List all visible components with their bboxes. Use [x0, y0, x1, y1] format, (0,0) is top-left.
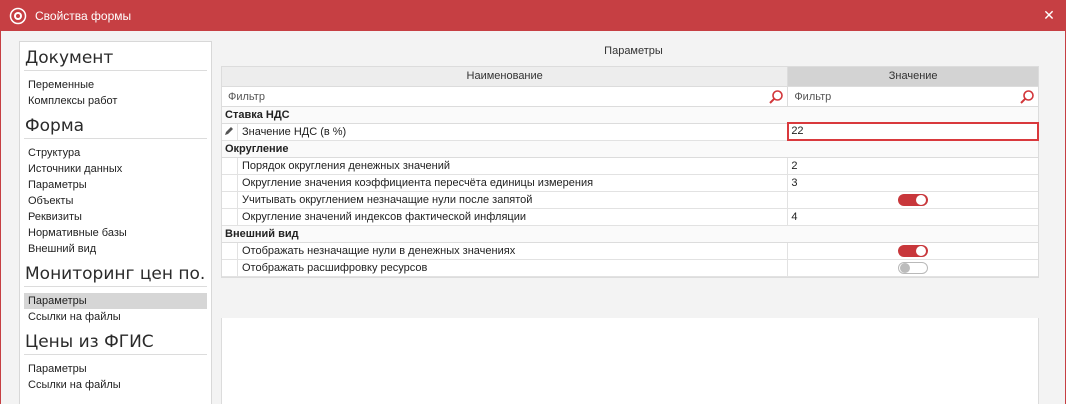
nav-section: Цены из ФГИС Параметры Ссылки на файлы	[24, 330, 207, 393]
property-name: Значение НДС (в %)	[238, 124, 789, 140]
value-filter-input[interactable]	[788, 87, 1038, 106]
search-icon[interactable]	[1019, 89, 1035, 105]
nav-item[interactable]: Объекты	[24, 193, 207, 209]
property-row[interactable]: Учитывать округлением незначащие нули по…	[222, 192, 1038, 209]
property-value-cell[interactable]: 22	[787, 122, 1040, 141]
name-filter-input[interactable]	[222, 87, 788, 106]
property-value-cell[interactable]	[788, 260, 1038, 276]
nav-section-header[interactable]: Документ	[24, 46, 207, 71]
nav-section-header[interactable]: Мониторинг цен по...	[24, 262, 207, 287]
property-name: Порядок округления денежных значений	[238, 158, 789, 174]
nav-item-list: Параметры Ссылки на файлы	[24, 355, 207, 393]
property-row[interactable]: Округление значения коэффициента пересчё…	[222, 175, 1038, 192]
value-filter-cell	[788, 87, 1038, 106]
property-name: Округление значения коэффициента пересчё…	[238, 175, 789, 191]
property-value-cell[interactable]	[788, 192, 1038, 208]
column-header-value[interactable]: Значение	[788, 67, 1038, 86]
property-name: Отображать незначащие нули в денежных зн…	[238, 243, 789, 259]
property-row[interactable]: Округление значений индексов фактической…	[222, 209, 1038, 226]
toggle-switch[interactable]	[898, 194, 929, 206]
nav-item[interactable]: Нормативные базы	[24, 225, 207, 241]
nav-section-header[interactable]: Цены из ФГИС	[24, 330, 207, 355]
column-header-name[interactable]: Наименование	[222, 67, 789, 86]
close-icon: ✕	[1043, 6, 1055, 23]
group-header[interactable]: Внешний вид	[222, 226, 1038, 243]
property-value-cell[interactable]: 4	[788, 209, 1038, 225]
toggle-knob	[916, 246, 927, 256]
nav-item[interactable]: Ссылки на файлы	[24, 309, 207, 325]
row-gutter	[222, 158, 238, 174]
title-bar[interactable]: Свойства формы ✕	[0, 0, 1066, 31]
nav-item[interactable]: Источники данных	[24, 161, 207, 177]
property-value: 2	[791, 160, 798, 172]
property-value-cell[interactable]	[788, 243, 1038, 259]
nav-item[interactable]: Реквизиты	[24, 209, 207, 225]
window-scrollbar[interactable]	[1059, 32, 1065, 404]
property-value-cell[interactable]: 3	[788, 175, 1038, 191]
search-icon[interactable]	[768, 89, 784, 105]
property-row[interactable]: Порядок округления денежных значений 2	[222, 158, 1038, 175]
nav-section: Мониторинг цен по... Параметры Ссылки на ф…	[24, 262, 207, 325]
property-value-cell[interactable]: 2	[788, 158, 1038, 174]
nav-item[interactable]: Комплексы работ	[24, 93, 207, 109]
nav-item[interactable]: Параметры	[24, 177, 207, 193]
property-name: Отображать расшифровку ресурсов	[238, 260, 789, 276]
row-gutter	[222, 175, 238, 191]
nav-item[interactable]: Параметры	[24, 293, 207, 309]
nav-section: Форма Структура Источники данных Параметры О…	[24, 114, 207, 257]
property-grid: Наименование Значение Фильтр Фильтр Став…	[221, 66, 1040, 278]
name-filter-cell	[222, 87, 789, 106]
property-value: 4	[791, 211, 798, 223]
nav-section: Документ Переменные Комплексы работ	[24, 46, 207, 109]
group-header[interactable]: Округление	[222, 141, 1038, 158]
panel-title: Параметры	[604, 45, 663, 57]
nav-item-list: Параметры Ссылки на файлы	[24, 287, 207, 325]
grid-empty-area	[221, 318, 1039, 404]
property-row[interactable]: Отображать расшифровку ресурсов	[222, 260, 1038, 277]
filter-row	[222, 87, 1038, 107]
app-logo-icon	[9, 7, 27, 25]
row-gutter	[222, 192, 238, 208]
grid-body: Ставка НДС Значение НДС (в %) 22 Округление…	[222, 107, 1040, 277]
row-gutter	[222, 209, 238, 225]
row-gutter	[222, 260, 238, 276]
property-row[interactable]: Значение НДС (в %) 22	[222, 122, 1040, 141]
nav-item-list: Переменные Комплексы работ	[24, 71, 207, 109]
sidebar-nav: Документ Переменные Комплексы работ Форма Ст…	[19, 41, 212, 404]
nav-item[interactable]: Параметры	[24, 361, 207, 377]
toggle-knob	[916, 195, 927, 205]
window-title: Свойства формы	[35, 8, 132, 23]
toggle-knob	[900, 263, 911, 273]
row-gutter	[222, 124, 238, 140]
grid-header: Наименование Значение	[222, 67, 1038, 87]
parameters-panel: Параметры Наименование Значение Фильтр Ф…	[220, 41, 1047, 404]
close-button[interactable]: ✕	[1038, 4, 1060, 26]
nav-item[interactable]: Переменные	[24, 77, 207, 93]
properties-window: Свойства формы ✕ Документ Переменные Компл…	[0, 0, 1066, 404]
row-gutter	[222, 243, 238, 259]
property-row[interactable]: Отображать незначащие нули в денежных зн…	[222, 243, 1038, 260]
nav-item[interactable]: Ссылки на файлы	[24, 377, 207, 393]
toggle-switch[interactable]	[898, 245, 929, 257]
nav-section-header[interactable]: Форма	[24, 114, 207, 139]
property-name: Округление значений индексов фактической…	[238, 209, 789, 225]
nav-item-list: Структура Источники данных Параметры Объект…	[24, 139, 207, 257]
property-value: 3	[791, 177, 798, 189]
value-editor-input[interactable]: 22	[787, 122, 1040, 141]
pencil-icon	[224, 126, 234, 139]
nav-item[interactable]: Структура	[24, 145, 207, 161]
property-name: Учитывать округлением незначащие нули по…	[238, 192, 789, 208]
nav-item[interactable]: Внешний вид	[24, 241, 207, 257]
toggle-switch[interactable]	[898, 262, 929, 274]
